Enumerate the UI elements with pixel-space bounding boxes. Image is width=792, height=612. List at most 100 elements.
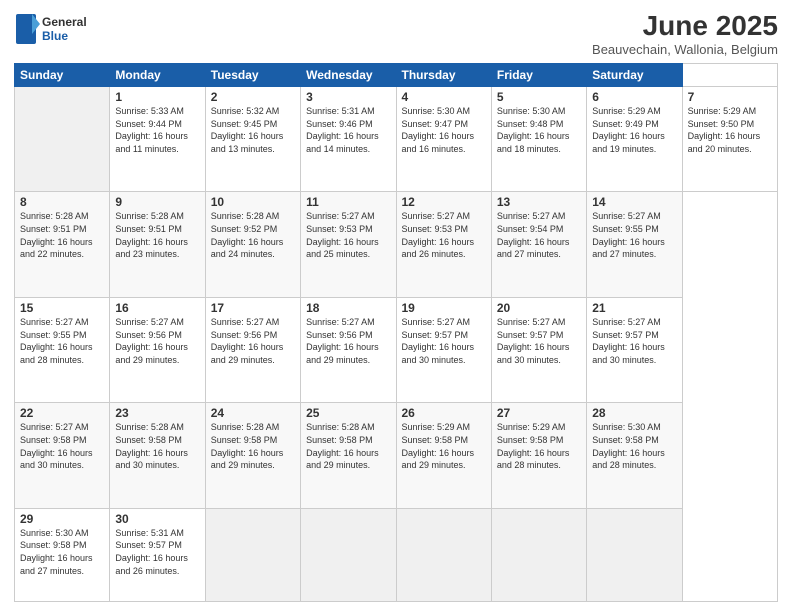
- day-number: 8: [20, 195, 104, 209]
- table-row: [301, 508, 396, 601]
- table-row: 21Sunrise: 5:27 AM Sunset: 9:57 PM Dayli…: [587, 297, 682, 402]
- day-number: 15: [20, 301, 104, 315]
- day-number: 19: [402, 301, 486, 315]
- day-info: Sunrise: 5:28 AM Sunset: 9:58 PM Dayligh…: [211, 421, 295, 471]
- col-thursday: Thursday: [396, 64, 491, 87]
- day-info: Sunrise: 5:29 AM Sunset: 9:58 PM Dayligh…: [497, 421, 581, 471]
- col-saturday: Saturday: [587, 64, 682, 87]
- day-number: 16: [115, 301, 199, 315]
- day-info: Sunrise: 5:27 AM Sunset: 9:57 PM Dayligh…: [592, 316, 676, 366]
- table-row: 20Sunrise: 5:27 AM Sunset: 9:57 PM Dayli…: [491, 297, 586, 402]
- header-row: Sunday Monday Tuesday Wednesday Thursday…: [15, 64, 778, 87]
- week-row-2: 8 Sunrise: 5:28 AM Sunset: 9:51 PM Daylig…: [15, 192, 778, 297]
- day-number: 18: [306, 301, 390, 315]
- table-row: 19Sunrise: 5:27 AM Sunset: 9:57 PM Dayli…: [396, 297, 491, 402]
- day-number: 27: [497, 406, 581, 420]
- day-number: 30: [115, 512, 199, 526]
- day-info: Sunrise: 5:27 AM Sunset: 9:58 PM Dayligh…: [20, 421, 104, 471]
- day-info: Sunrise: 5:30 AM Sunset: 9:48 PM Dayligh…: [497, 105, 581, 155]
- day-number: 2: [211, 90, 295, 104]
- col-monday: Monday: [110, 64, 205, 87]
- table-row: 7Sunrise: 5:29 AM Sunset: 9:50 PM Daylig…: [682, 87, 777, 192]
- day-info: Sunrise: 5:27 AM Sunset: 9:55 PM Dayligh…: [592, 210, 676, 260]
- table-row: 25Sunrise: 5:28 AM Sunset: 9:58 PM Dayli…: [301, 403, 396, 508]
- day-number: 29: [20, 512, 104, 526]
- day-info: Sunrise: 5:28 AM Sunset: 9:52 PM Dayligh…: [211, 210, 295, 260]
- table-row: [396, 508, 491, 601]
- week-row-5: 29Sunrise: 5:30 AM Sunset: 9:58 PM Dayli…: [15, 508, 778, 601]
- table-row: 18Sunrise: 5:27 AM Sunset: 9:56 PM Dayli…: [301, 297, 396, 402]
- day-number: 13: [497, 195, 581, 209]
- day-number: 10: [211, 195, 295, 209]
- table-row: 9Sunrise: 5:28 AM Sunset: 9:51 PM Daylig…: [110, 192, 205, 297]
- day-info: Sunrise: 5:27 AM Sunset: 9:56 PM Dayligh…: [306, 316, 390, 366]
- day-number: 28: [592, 406, 676, 420]
- calendar-location: Beauvechain, Wallonia, Belgium: [592, 42, 778, 57]
- day-info: Sunrise: 5:27 AM Sunset: 9:56 PM Dayligh…: [115, 316, 199, 366]
- day-info: Sunrise: 5:31 AM Sunset: 9:46 PM Dayligh…: [306, 105, 390, 155]
- week-row-3: 15Sunrise: 5:27 AM Sunset: 9:55 PM Dayli…: [15, 297, 778, 402]
- table-row: 3Sunrise: 5:31 AM Sunset: 9:46 PM Daylig…: [301, 87, 396, 192]
- table-row: 16Sunrise: 5:27 AM Sunset: 9:56 PM Dayli…: [110, 297, 205, 402]
- day-info: Sunrise: 5:28 AM Sunset: 9:58 PM Dayligh…: [306, 421, 390, 471]
- day-info: Sunrise: 5:27 AM Sunset: 9:53 PM Dayligh…: [306, 210, 390, 260]
- table-row: 1Sunrise: 5:33 AM Sunset: 9:44 PM Daylig…: [110, 87, 205, 192]
- table-row: 12Sunrise: 5:27 AM Sunset: 9:53 PM Dayli…: [396, 192, 491, 297]
- day-info: Sunrise: 5:33 AM Sunset: 9:44 PM Dayligh…: [115, 105, 199, 155]
- day-number: 11: [306, 195, 390, 209]
- table-row: 22Sunrise: 5:27 AM Sunset: 9:58 PM Dayli…: [15, 403, 110, 508]
- calendar-title: June 2025: [592, 10, 778, 42]
- day-info: Sunrise: 5:29 AM Sunset: 9:50 PM Dayligh…: [688, 105, 772, 155]
- day-number: 4: [402, 90, 486, 104]
- table-row: [15, 87, 110, 192]
- header: General Blue June 2025 Beauvechain, Wall…: [14, 10, 778, 57]
- table-row: 24Sunrise: 5:28 AM Sunset: 9:58 PM Dayli…: [205, 403, 300, 508]
- table-row: 5Sunrise: 5:30 AM Sunset: 9:48 PM Daylig…: [491, 87, 586, 192]
- logo: General Blue: [14, 10, 104, 50]
- day-number: 20: [497, 301, 581, 315]
- day-info: Sunrise: 5:30 AM Sunset: 9:47 PM Dayligh…: [402, 105, 486, 155]
- day-number: 23: [115, 406, 199, 420]
- table-row: [491, 508, 586, 601]
- table-row: 23Sunrise: 5:28 AM Sunset: 9:58 PM Dayli…: [110, 403, 205, 508]
- table-row: 11Sunrise: 5:27 AM Sunset: 9:53 PM Dayli…: [301, 192, 396, 297]
- day-info: Sunrise: 5:30 AM Sunset: 9:58 PM Dayligh…: [592, 421, 676, 471]
- day-number: 1: [115, 90, 199, 104]
- day-info: Sunrise: 5:32 AM Sunset: 9:45 PM Dayligh…: [211, 105, 295, 155]
- table-row: 27Sunrise: 5:29 AM Sunset: 9:58 PM Dayli…: [491, 403, 586, 508]
- svg-text:Blue: Blue: [42, 29, 68, 43]
- day-info: Sunrise: 5:27 AM Sunset: 9:57 PM Dayligh…: [402, 316, 486, 366]
- table-row: 28Sunrise: 5:30 AM Sunset: 9:58 PM Dayli…: [587, 403, 682, 508]
- table-row: 2Sunrise: 5:32 AM Sunset: 9:45 PM Daylig…: [205, 87, 300, 192]
- day-info: Sunrise: 5:27 AM Sunset: 9:55 PM Dayligh…: [20, 316, 104, 366]
- table-row: 4Sunrise: 5:30 AM Sunset: 9:47 PM Daylig…: [396, 87, 491, 192]
- day-number: 7: [688, 90, 772, 104]
- table-row: 13Sunrise: 5:27 AM Sunset: 9:54 PM Dayli…: [491, 192, 586, 297]
- week-row-4: 22Sunrise: 5:27 AM Sunset: 9:58 PM Dayli…: [15, 403, 778, 508]
- calendar-table: Sunday Monday Tuesday Wednesday Thursday…: [14, 63, 778, 602]
- day-number: 26: [402, 406, 486, 420]
- day-number: 5: [497, 90, 581, 104]
- day-info: Sunrise: 5:29 AM Sunset: 9:49 PM Dayligh…: [592, 105, 676, 155]
- table-row: [587, 508, 682, 601]
- day-number: 24: [211, 406, 295, 420]
- day-number: 22: [20, 406, 104, 420]
- day-info: Sunrise: 5:27 AM Sunset: 9:53 PM Dayligh…: [402, 210, 486, 260]
- table-row: 30Sunrise: 5:31 AM Sunset: 9:57 PM Dayli…: [110, 508, 205, 601]
- col-tuesday: Tuesday: [205, 64, 300, 87]
- day-info: Sunrise: 5:27 AM Sunset: 9:57 PM Dayligh…: [497, 316, 581, 366]
- day-info: Sunrise: 5:28 AM Sunset: 9:51 PM Dayligh…: [115, 210, 199, 260]
- table-row: 8Sunrise: 5:28 AM Sunset: 9:51 PM Daylig…: [15, 192, 110, 297]
- day-number: 25: [306, 406, 390, 420]
- table-row: [205, 508, 300, 601]
- day-number: 21: [592, 301, 676, 315]
- day-info: Sunrise: 5:27 AM Sunset: 9:54 PM Dayligh…: [497, 210, 581, 260]
- table-row: 6Sunrise: 5:29 AM Sunset: 9:49 PM Daylig…: [587, 87, 682, 192]
- day-info: Sunrise: 5:29 AM Sunset: 9:58 PM Dayligh…: [402, 421, 486, 471]
- day-number: 14: [592, 195, 676, 209]
- day-number: 3: [306, 90, 390, 104]
- table-row: 10Sunrise: 5:28 AM Sunset: 9:52 PM Dayli…: [205, 192, 300, 297]
- day-number: 9: [115, 195, 199, 209]
- table-row: 29Sunrise: 5:30 AM Sunset: 9:58 PM Dayli…: [15, 508, 110, 601]
- col-wednesday: Wednesday: [301, 64, 396, 87]
